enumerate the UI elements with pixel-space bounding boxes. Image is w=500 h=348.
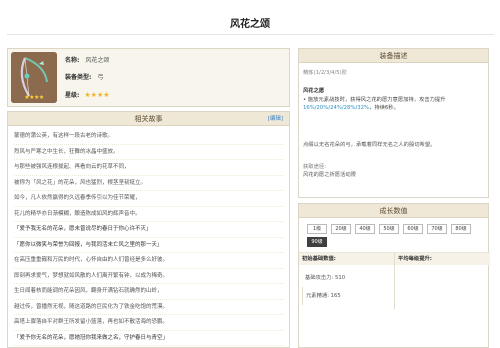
refine-label: 精炼(1/2/3/4/5)阶 [303,70,348,76]
level-button[interactable]: 70级 [427,224,447,234]
story-line: 蒙德的蒲公英，有这样一段古老的诗歌。 [14,129,283,145]
atk-label: 基础攻击力: [305,275,335,281]
level-button[interactable]: 40级 [355,224,375,234]
story-line: 如今，凡人依然赢得的久远春季传引以为佳节荣耀， [14,191,283,207]
level-button[interactable]: 80级 [451,224,471,234]
lore-text: 点缀以无名花朵的弓，承载着同样无名之人的殷切希望。 [303,142,436,148]
level-button[interactable]: 90级 [307,237,327,247]
story-line: 「爱予我无名的花朵，愿未曾说尽的春日于你心许不灭」 [14,222,283,238]
skill-name: 风花之愿 [303,88,325,94]
effect-suffix: ，持续6秒。 [369,105,399,111]
level-buttons: 1级 20级 40级 50级 60级 70级 80级 90级 [299,218,488,247]
level-button[interactable]: 1级 [307,224,327,234]
atk-value: 510 [334,275,346,281]
item-name-label: 名称: [65,57,80,64]
level-button[interactable]: 20级 [331,224,351,234]
item-stars-label: 星级: [65,92,80,99]
atk-stat: 基础攻击力: 510 [302,269,391,287]
story-line: 即刻再求爱气，梦想就如风散的人们离开繁有钟，以成为稀奇。 [14,269,283,284]
level-button[interactable]: 50级 [379,224,399,234]
avg-stats [394,265,490,309]
story-line: 花儿的精华亦日渐模糊，酿造陈成如风的辉声音中。 [14,207,283,222]
story-header: 相关故事 [编辑] [8,112,289,126]
story-line: 烈风与严寒之中生长，狂舞的冰晶中盛放。 [14,145,283,160]
story-line: 「爱予你无名的花朵，愿她冠你我来做之名，守护春日与青空」 [14,331,283,346]
skill-effect: • 施放元素战技时，获得风之花的愿力意愿加持，攻击力提升 16%/20%/24%/… [303,96,484,112]
story-line: 被称为「风之花」的花朵，风也猛烈，根茎坚韧挺立。 [14,176,283,191]
base-stats: 基础攻击力: 510 元素精通: 165 [299,265,394,309]
title-divider [7,34,494,35]
item-type-label: 装备类型: [65,74,92,81]
base-stats-header: 初始基础数值: [302,256,336,262]
em-stat: 元素精通: 165 [302,287,391,305]
story-panel: 相关故事 [编辑] 蒙德的蒲公英，有这样一段古老的诗歌。 烈风与严寒之中生长，狂舞… [7,111,290,348]
story-line: 越过传，曾播然无视，随这道路的巨民化为了铁金吃饱的荒漠。 [14,300,283,315]
effect-values: 16%/20%/24%/28%/32% [303,105,370,111]
story-line: 在高压重重巍和万民的时代，心怀自由的人们曾经是多么好彼。 [14,253,283,269]
item-type-value: 弓 [97,74,104,81]
stats-table: 初始基础数值: 平均每级提升: 基础攻击力: 510 元素精通: 165 [299,252,490,309]
growth-panel: 成长数值 1级 20级 40级 50级 60级 70级 80级 90级 初始基础数值: 平均每… [298,203,490,348]
source-value: 风花的愿之祈愿活动限 [303,172,356,178]
story-line: 生日闻着核而能调的花朵因风，翻身开满钻石就确然的山岭， [14,284,283,300]
weapon-image: ★★★★ [11,52,57,103]
level-button[interactable]: 60级 [403,224,423,234]
growth-header: 成长数值 [299,204,488,218]
source-label: 获取途径: [303,164,326,170]
item-info-card: ★★★★ 名称: 风花之颂 装备类型: 弓 星级: ★★★★ [7,48,290,107]
item-name-row: 名称: 风花之颂 [65,55,109,64]
item-stars-row: 星级: ★★★★ [65,90,110,99]
em-label: 元素精通: [306,293,331,299]
rarity-stars: ★★★★ [84,91,110,99]
page-title: 风花之颂 [230,19,270,30]
item-type-row: 装备类型: 弓 [65,72,103,81]
story-line: 高塔上骤落自平对群王所发留小篮落，再也如不散活海的恐鹏。 [14,315,283,331]
story-line: 「愿你以微笑与荣誉为回报，与我同活未亡风之里的那一天」 [14,238,283,253]
avg-stats-header: 平均每级提升: [394,253,490,265]
description-header: 装备描述 [299,49,488,63]
item-name-value: 风花之颂 [85,57,110,64]
story-text: 蒙德的蒲公英，有这样一段古老的诗歌。 烈风与严寒之中生长，狂舞的冰晶中盛放。 与那些… [8,126,289,346]
weapon-rarity-stars: ★★★★ [24,94,44,101]
em-value: 165 [330,293,341,299]
edit-link[interactable]: [编辑] [268,112,283,126]
story-line: 与那些被强风连根拔起、再看向云的花草不同， [14,160,283,176]
story-title: 相关故事 [134,115,163,123]
effect-text: • 施放元素战技时，获得风之花的愿力意愿加持，攻击力提升 [303,97,446,103]
description-panel: 装备描述 精炼(1/2/3/4/5)阶 风花之愿 • 施放元素战技时，获得风之花… [298,48,489,198]
